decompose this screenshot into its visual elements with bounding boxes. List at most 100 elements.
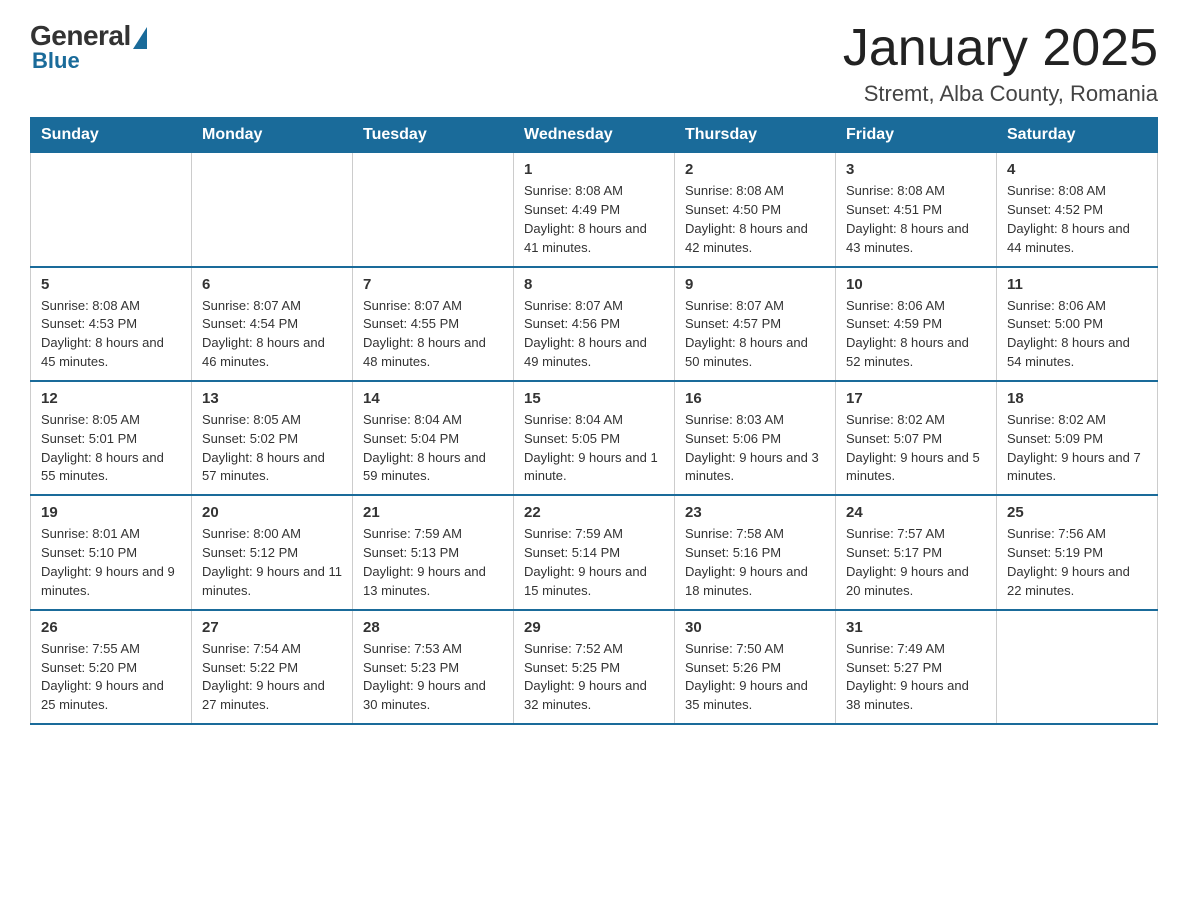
- day-info: Sunrise: 8:00 AM Sunset: 5:12 PM Dayligh…: [202, 525, 342, 600]
- day-info: Sunrise: 7:54 AM Sunset: 5:22 PM Dayligh…: [202, 640, 342, 715]
- day-info: Sunrise: 7:56 AM Sunset: 5:19 PM Dayligh…: [1007, 525, 1147, 600]
- calendar-day-cell: 29Sunrise: 7:52 AM Sunset: 5:25 PM Dayli…: [514, 610, 675, 724]
- day-info: Sunrise: 7:55 AM Sunset: 5:20 PM Dayligh…: [41, 640, 181, 715]
- day-info: Sunrise: 7:59 AM Sunset: 5:14 PM Dayligh…: [524, 525, 664, 600]
- day-header-saturday: Saturday: [997, 118, 1158, 153]
- day-number: 25: [1007, 504, 1147, 521]
- day-number: 20: [202, 504, 342, 521]
- day-number: 17: [846, 390, 986, 407]
- logo-blue-text: Blue: [30, 48, 80, 74]
- day-info: Sunrise: 8:02 AM Sunset: 5:09 PM Dayligh…: [1007, 411, 1147, 486]
- day-number: 15: [524, 390, 664, 407]
- day-info: Sunrise: 8:05 AM Sunset: 5:02 PM Dayligh…: [202, 411, 342, 486]
- calendar-empty-cell: [31, 153, 192, 267]
- calendar-week-row: 12 Sunrise: 8:05 AM Sunset: 5:01 PM Dayli…: [31, 381, 1158, 495]
- logo-triangle-icon: [133, 27, 147, 49]
- calendar-empty-cell: [353, 153, 514, 267]
- day-info: Sunrise: 8:07 AM Sunset: 4:54 PM Dayligh…: [202, 297, 342, 372]
- day-info: Sunrise: 8:02 AM Sunset: 5:07 PM Dayligh…: [846, 411, 986, 486]
- day-header-monday: Monday: [192, 118, 353, 153]
- month-title: January 2025: [843, 20, 1158, 77]
- calendar-day-cell: 31 Sunrise: 7:49 AM Sunset: 5:27 PM Dayli…: [836, 610, 997, 724]
- day-info: Sunrise: 7:49 AM Sunset: 5:27 PM Dayligh…: [846, 640, 986, 715]
- calendar-day-cell: 28 Sunrise: 7:53 AM Sunset: 5:23 PM Dayli…: [353, 610, 514, 724]
- day-number: 7: [363, 276, 503, 293]
- day-number: 10: [846, 276, 986, 293]
- calendar-day-cell: 10Sunrise: 8:06 AM Sunset: 4:59 PM Dayli…: [836, 267, 997, 381]
- calendar-day-cell: 22 Sunrise: 7:59 AM Sunset: 5:14 PM Dayli…: [514, 495, 675, 609]
- calendar-day-cell: 30 Sunrise: 7:50 AM Sunset: 5:26 PM Dayli…: [675, 610, 836, 724]
- day-number: 22: [524, 504, 664, 521]
- day-info: Sunrise: 8:04 AM Sunset: 5:05 PM Dayligh…: [524, 411, 664, 486]
- day-number: 4: [1007, 161, 1147, 178]
- calendar-day-cell: 17 Sunrise: 8:02 AM Sunset: 5:07 PM Dayli…: [836, 381, 997, 495]
- day-number: 5: [41, 276, 181, 293]
- calendar-header-row: SundayMondayTuesdayWednesdayThursdayFrid…: [31, 118, 1158, 153]
- calendar-day-cell: 20 Sunrise: 8:00 AM Sunset: 5:12 PM Dayli…: [192, 495, 353, 609]
- day-number: 6: [202, 276, 342, 293]
- calendar-day-cell: 16 Sunrise: 8:03 AM Sunset: 5:06 PM Dayli…: [675, 381, 836, 495]
- day-number: 21: [363, 504, 503, 521]
- calendar-day-cell: 21 Sunrise: 7:59 AM Sunset: 5:13 PM Dayli…: [353, 495, 514, 609]
- calendar-day-cell: 13Sunrise: 8:05 AM Sunset: 5:02 PM Dayli…: [192, 381, 353, 495]
- calendar-day-cell: 19 Sunrise: 8:01 AM Sunset: 5:10 PM Dayli…: [31, 495, 192, 609]
- day-number: 1: [524, 161, 664, 178]
- calendar-day-cell: 6 Sunrise: 8:07 AM Sunset: 4:54 PM Daylig…: [192, 267, 353, 381]
- calendar-day-cell: 3 Sunrise: 8:08 AM Sunset: 4:51 PM Daylig…: [836, 153, 997, 267]
- day-info: Sunrise: 7:53 AM Sunset: 5:23 PM Dayligh…: [363, 640, 503, 715]
- location-title: Stremt, Alba County, Romania: [843, 81, 1158, 107]
- day-header-thursday: Thursday: [675, 118, 836, 153]
- day-number: 18: [1007, 390, 1147, 407]
- calendar-day-cell: 18 Sunrise: 8:02 AM Sunset: 5:09 PM Dayli…: [997, 381, 1158, 495]
- day-info: Sunrise: 8:01 AM Sunset: 5:10 PM Dayligh…: [41, 525, 181, 600]
- calendar-week-row: 5 Sunrise: 8:08 AM Sunset: 4:53 PM Daylig…: [31, 267, 1158, 381]
- day-number: 26: [41, 619, 181, 636]
- calendar-empty-cell: [192, 153, 353, 267]
- day-info: Sunrise: 8:06 AM Sunset: 5:00 PM Dayligh…: [1007, 297, 1147, 372]
- day-number: 27: [202, 619, 342, 636]
- calendar-day-cell: 15 Sunrise: 8:04 AM Sunset: 5:05 PM Dayli…: [514, 381, 675, 495]
- day-info: Sunrise: 8:05 AM Sunset: 5:01 PM Dayligh…: [41, 411, 181, 486]
- day-number: 8: [524, 276, 664, 293]
- day-number: 31: [846, 619, 986, 636]
- calendar-day-cell: 9Sunrise: 8:07 AM Sunset: 4:57 PM Daylig…: [675, 267, 836, 381]
- day-number: 3: [846, 161, 986, 178]
- day-info: Sunrise: 8:08 AM Sunset: 4:53 PM Dayligh…: [41, 297, 181, 372]
- day-number: 19: [41, 504, 181, 521]
- day-info: Sunrise: 7:50 AM Sunset: 5:26 PM Dayligh…: [685, 640, 825, 715]
- calendar-day-cell: 8 Sunrise: 8:07 AM Sunset: 4:56 PM Daylig…: [514, 267, 675, 381]
- calendar-week-row: 1 Sunrise: 8:08 AM Sunset: 4:49 PM Daylig…: [31, 153, 1158, 267]
- calendar-day-cell: 25 Sunrise: 7:56 AM Sunset: 5:19 PM Dayli…: [997, 495, 1158, 609]
- calendar-week-row: 26 Sunrise: 7:55 AM Sunset: 5:20 PM Dayli…: [31, 610, 1158, 724]
- day-info: Sunrise: 8:08 AM Sunset: 4:49 PM Dayligh…: [524, 182, 664, 257]
- day-number: 11: [1007, 276, 1147, 293]
- calendar-day-cell: 11 Sunrise: 8:06 AM Sunset: 5:00 PM Dayli…: [997, 267, 1158, 381]
- calendar-day-cell: 24Sunrise: 7:57 AM Sunset: 5:17 PM Dayli…: [836, 495, 997, 609]
- day-number: 2: [685, 161, 825, 178]
- day-number: 30: [685, 619, 825, 636]
- day-info: Sunrise: 8:03 AM Sunset: 5:06 PM Dayligh…: [685, 411, 825, 486]
- calendar-day-cell: 2 Sunrise: 8:08 AM Sunset: 4:50 PM Daylig…: [675, 153, 836, 267]
- calendar-day-cell: 1 Sunrise: 8:08 AM Sunset: 4:49 PM Daylig…: [514, 153, 675, 267]
- day-number: 28: [363, 619, 503, 636]
- calendar-empty-cell: [997, 610, 1158, 724]
- day-info: Sunrise: 8:08 AM Sunset: 4:51 PM Dayligh…: [846, 182, 986, 257]
- day-number: 14: [363, 390, 503, 407]
- day-header-wednesday: Wednesday: [514, 118, 675, 153]
- day-info: Sunrise: 8:08 AM Sunset: 4:50 PM Dayligh…: [685, 182, 825, 257]
- day-number: 12: [41, 390, 181, 407]
- day-number: 16: [685, 390, 825, 407]
- day-info: Sunrise: 7:58 AM Sunset: 5:16 PM Dayligh…: [685, 525, 825, 600]
- day-number: 23: [685, 504, 825, 521]
- calendar-day-cell: 14 Sunrise: 8:04 AM Sunset: 5:04 PM Dayli…: [353, 381, 514, 495]
- logo: General Blue: [30, 20, 147, 74]
- day-info: Sunrise: 7:57 AM Sunset: 5:17 PM Dayligh…: [846, 525, 986, 600]
- title-section: January 2025 Stremt, Alba County, Romani…: [843, 20, 1158, 107]
- day-info: Sunrise: 8:07 AM Sunset: 4:56 PM Dayligh…: [524, 297, 664, 372]
- calendar-day-cell: 26 Sunrise: 7:55 AM Sunset: 5:20 PM Dayli…: [31, 610, 192, 724]
- day-info: Sunrise: 8:04 AM Sunset: 5:04 PM Dayligh…: [363, 411, 503, 486]
- day-info: Sunrise: 8:08 AM Sunset: 4:52 PM Dayligh…: [1007, 182, 1147, 257]
- day-number: 9: [685, 276, 825, 293]
- day-info: Sunrise: 7:59 AM Sunset: 5:13 PM Dayligh…: [363, 525, 503, 600]
- day-header-friday: Friday: [836, 118, 997, 153]
